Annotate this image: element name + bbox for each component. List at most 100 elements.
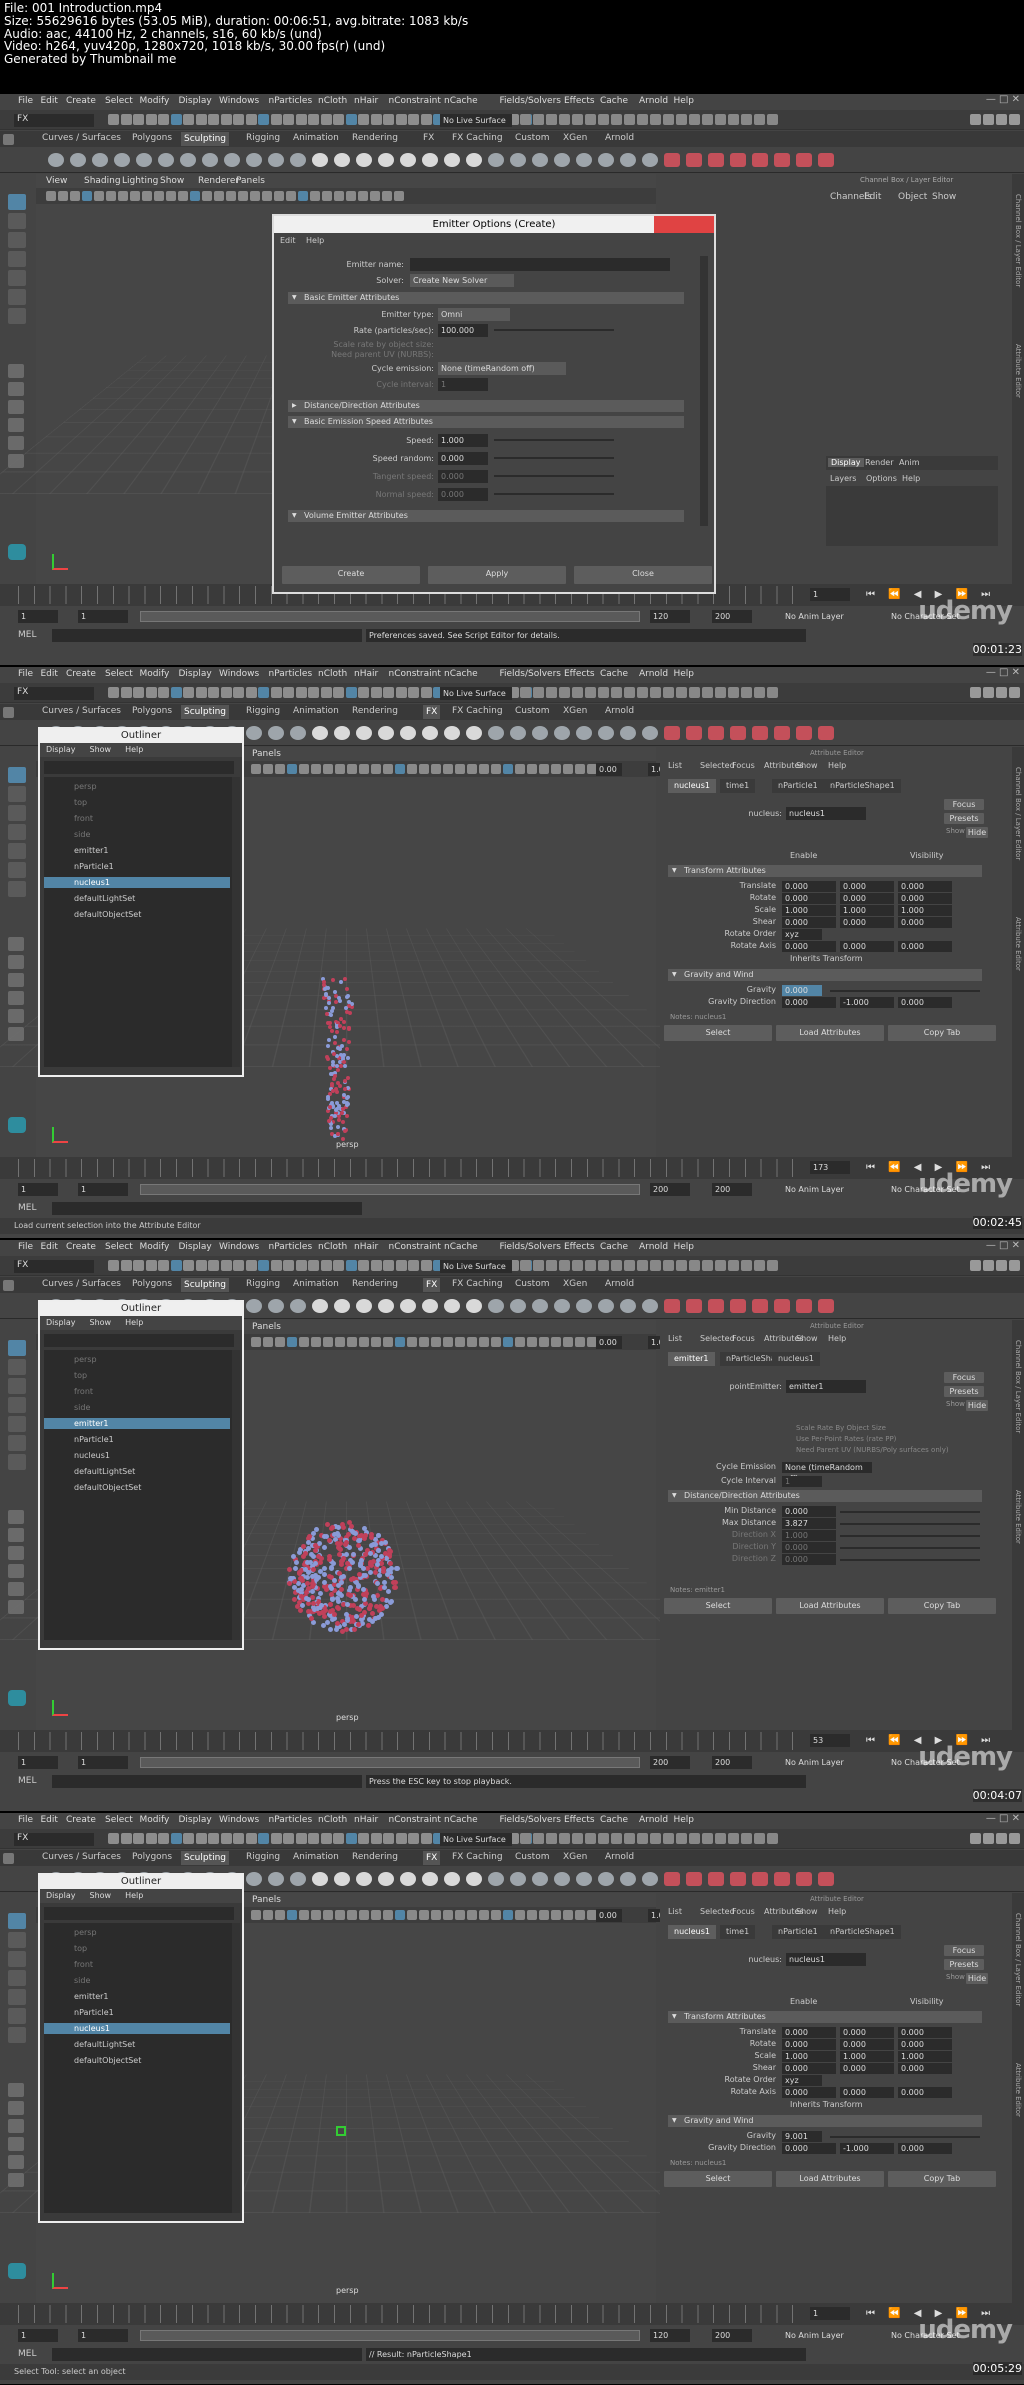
outliner-menu-display[interactable]: Display <box>46 1891 76 1900</box>
viewport-tool-icon[interactable] <box>46 191 56 201</box>
gravity-wind-section[interactable]: Gravity and Wind <box>668 2115 982 2127</box>
viewport-tool-icon[interactable] <box>455 1910 465 1920</box>
outliner-item[interactable]: front <box>44 813 230 824</box>
last-tool-icon[interactable] <box>8 1454 26 1470</box>
menu-ncache[interactable]: nCache <box>444 96 478 106</box>
attr-value-field[interactable]: 0.000 <box>782 2027 836 2038</box>
paint-select-icon[interactable] <box>8 232 26 248</box>
menu-arnold[interactable]: Arnold <box>639 1815 668 1825</box>
shelf-tool-icon[interactable] <box>400 726 416 740</box>
menu-windows[interactable]: Windows <box>219 669 259 679</box>
status-icon[interactable] <box>624 687 635 698</box>
ae-menu-list[interactable]: List <box>668 1907 682 1916</box>
status-icon[interactable] <box>650 1833 661 1844</box>
ae-menu-list[interactable]: List <box>668 761 682 770</box>
viewport-menu-panels[interactable]: Panels <box>252 1895 281 1905</box>
transform-attributes-section[interactable]: Transform Attributes <box>668 865 982 877</box>
viewport-tool-icon[interactable] <box>455 764 465 774</box>
viewport-tool-icon[interactable] <box>190 191 200 201</box>
viewport-tool-icon[interactable] <box>347 1910 357 1920</box>
viewport-tool-icon[interactable] <box>467 764 477 774</box>
ae-menu-show[interactable]: Show <box>796 1334 818 1343</box>
outliner-item[interactable]: emitter1 <box>44 845 230 856</box>
shelf-tool-icon[interactable] <box>202 153 218 167</box>
viewport-tool-icon[interactable] <box>491 764 501 774</box>
shelf-tool-icon[interactable] <box>268 726 284 740</box>
layout-icon[interactable] <box>8 1528 24 1542</box>
status-icon[interactable] <box>559 1260 570 1271</box>
status-icon[interactable] <box>546 114 557 125</box>
shelf-tool-icon[interactable] <box>598 1299 614 1313</box>
status-icon[interactable] <box>728 1833 739 1844</box>
shelf-tool-icon[interactable] <box>818 726 834 740</box>
status-icon[interactable] <box>220 687 232 698</box>
viewport-tool-icon[interactable] <box>395 1910 405 1920</box>
attr-value-field[interactable]: 1.000 <box>898 905 952 916</box>
viewport-tool-icon[interactable] <box>287 1337 297 1347</box>
end-frame-field[interactable]: 200 <box>712 2329 752 2342</box>
status-icon[interactable] <box>183 687 194 698</box>
status-icon[interactable] <box>270 1260 282 1271</box>
status-icon[interactable] <box>170 114 182 125</box>
viewport-tool-icon[interactable] <box>527 1337 537 1347</box>
layout-icon[interactable] <box>8 2083 24 2097</box>
attr-value-field[interactable]: 1.000 <box>840 2051 894 2062</box>
status-icon[interactable] <box>650 1260 661 1271</box>
shelf-tool-icon[interactable] <box>246 153 262 167</box>
dialog-create-button[interactable]: Create <box>282 566 420 584</box>
status-icon[interactable] <box>715 687 726 698</box>
status-icon[interactable] <box>195 687 207 698</box>
layer-menu-help[interactable]: Help <box>902 474 920 483</box>
shelf-tool-icon[interactable] <box>576 1872 592 1886</box>
outliner-item[interactable]: front <box>44 1386 230 1397</box>
layout-icon[interactable] <box>8 2137 24 2151</box>
gravity-direction-field[interactable]: -1.000 <box>840 2143 894 2154</box>
status-icon[interactable] <box>308 687 319 698</box>
viewport-tool-icon[interactable] <box>323 1337 333 1347</box>
layer-tab-render[interactable]: Render <box>862 458 896 467</box>
menu-fieldssolvers[interactable]: Fields/Solvers <box>500 669 561 679</box>
viewport-tool-icon[interactable] <box>334 191 344 201</box>
viewport-tool-icon[interactable] <box>94 191 104 201</box>
shelf-tool-icon[interactable] <box>664 726 680 740</box>
viewport-tool-icon[interactable] <box>226 191 236 201</box>
viewport-tool-icon[interactable] <box>322 191 332 201</box>
status-icon[interactable] <box>320 1260 332 1271</box>
status-icon[interactable] <box>270 114 282 125</box>
outliner-item[interactable]: nucleus1 <box>44 1450 230 1461</box>
layout-icon[interactable] <box>8 382 24 396</box>
status-icon[interactable] <box>754 1260 765 1271</box>
shelf-tool-icon[interactable] <box>246 1299 262 1313</box>
rotate-order-dropdown[interactable]: xyz <box>782 929 822 940</box>
viewport-tool-icon[interactable] <box>479 764 489 774</box>
shelf-tool-icon[interactable] <box>554 1872 570 1886</box>
shelf-tool-icon[interactable] <box>708 153 724 167</box>
shelf-tool-icon[interactable] <box>664 153 680 167</box>
shelf-tool-icon[interactable] <box>774 1299 790 1313</box>
status-icon[interactable] <box>195 1260 207 1271</box>
viewport-tool-icon[interactable] <box>563 1337 573 1347</box>
viewport-tool-icon[interactable] <box>575 1337 585 1347</box>
viewport-tool-icon[interactable] <box>263 764 273 774</box>
viewport-tool-icon[interactable] <box>515 1337 525 1347</box>
ae-copy-tab-button[interactable]: Copy Tab <box>888 1025 996 1041</box>
status-icon[interactable] <box>283 1833 294 1844</box>
shelf-tool-icon[interactable] <box>378 1299 394 1313</box>
shelf-tab-fx[interactable]: FX <box>423 1278 441 1292</box>
viewport-tool-icon[interactable] <box>275 1337 285 1347</box>
status-icon[interactable] <box>767 114 778 125</box>
shelf-tool-icon[interactable] <box>774 153 790 167</box>
layout-icon[interactable] <box>8 418 24 432</box>
menu-edit[interactable]: Edit <box>41 669 58 679</box>
menu-edit[interactable]: Edit <box>41 1815 58 1825</box>
viewport-tool-icon[interactable] <box>539 1337 549 1347</box>
attr-value-field[interactable]: 0.000 <box>840 881 894 892</box>
status-icon[interactable] <box>715 1260 726 1271</box>
attr-value-field[interactable]: 0.000 <box>898 2027 952 2038</box>
tangent-slider[interactable] <box>494 475 614 477</box>
viewport-tool-icon[interactable] <box>503 1910 513 1920</box>
viewport-tool-icon[interactable] <box>275 764 285 774</box>
shelf-tab-sculpting[interactable]: Sculpting <box>181 705 230 719</box>
status-icon[interactable] <box>295 114 307 125</box>
viewport-tool-icon[interactable] <box>455 1337 465 1347</box>
